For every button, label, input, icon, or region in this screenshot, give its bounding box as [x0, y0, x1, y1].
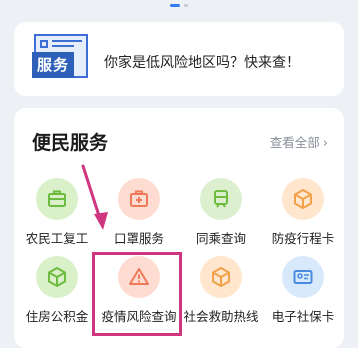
pointer-arrow	[81, 164, 108, 230]
